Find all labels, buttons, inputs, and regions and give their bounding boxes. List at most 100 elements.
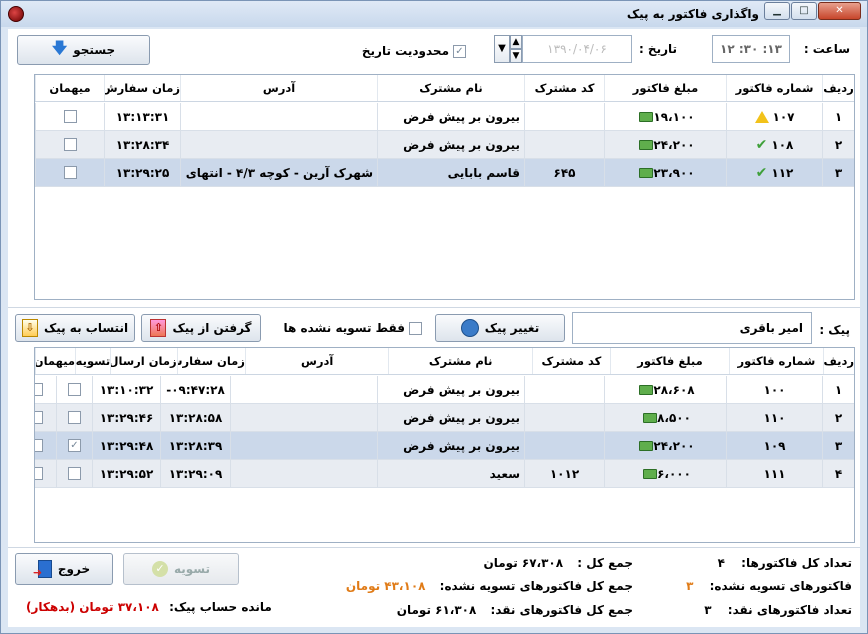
invoice-number: ۱۱۲: [771, 165, 794, 180]
table-row[interactable]: ۳ ۱۱۲ ✔ ۲۳،۹۰۰ ۶۴۵ قاسم بابایی شهرک آرین - کوچ…: [35, 159, 854, 187]
guest-checkbox[interactable]: [35, 467, 43, 480]
table-row[interactable]: ۲ ۱۰۸ ✔ ۲۴،۲۰۰ بیرون بر پیش فرض ۱۳:۲۸:۳۴: [35, 131, 854, 159]
table-row[interactable]: ۲ ۱۱۰ ۸،۵۰۰ بیرون بر پیش فرض ۱۳:۲۸:۵۸ ۱۳:۲۹:۴…: [35, 404, 854, 432]
change-courier-button[interactable]: تغییر پیک: [435, 314, 565, 342]
cell-amount: ۶،۰۰۰: [604, 460, 726, 487]
maximize-icon[interactable]: □: [791, 2, 817, 20]
cell-guest: [35, 432, 56, 459]
minimize-icon[interactable]: ▁: [764, 2, 790, 20]
cell-address: [230, 460, 377, 487]
check-icon: ✔: [755, 136, 768, 153]
col-invoice-number[interactable]: شماره فاکتور: [729, 348, 823, 374]
courier-field[interactable]: امیر باقری: [572, 312, 812, 344]
date-spin-up-icon[interactable]: ▲: [510, 35, 522, 49]
guest-checkbox[interactable]: [63, 110, 77, 123]
col-row[interactable]: ردیف: [822, 75, 854, 101]
cell-amount: ۲۳،۹۰۰: [604, 159, 726, 186]
total-count-row: تعداد کل فاکتورها: ۴: [718, 556, 852, 570]
close-icon[interactable]: ✕: [818, 2, 861, 20]
cell-guest: [35, 404, 56, 431]
col-customer-name[interactable]: نام مشترک: [388, 348, 531, 374]
col-address[interactable]: آدرس: [180, 75, 377, 101]
cash-sum-value: ۶۱،۳۰۸ تومان: [396, 603, 477, 617]
col-customer-code[interactable]: کد مشترک: [531, 348, 610, 374]
settle-button[interactable]: تسویه ✓: [123, 553, 239, 585]
cell-invoice: ۱۱۱: [726, 460, 822, 487]
cell-customer-code: ۱۰۱۲: [524, 460, 604, 487]
col-guest[interactable]: میهمان: [35, 75, 104, 101]
only-unsettled-checkbox[interactable]: فقط تسویه نشده ها: [284, 321, 422, 335]
cell-customer-code: [524, 404, 604, 431]
cell-settled: [56, 404, 92, 431]
app-icon: [8, 6, 24, 22]
guest-checkbox[interactable]: [35, 411, 43, 424]
cell-guest: [35, 460, 56, 487]
cash-icon: [643, 412, 658, 423]
cell-amount: ۲۴،۲۰۰: [604, 432, 726, 459]
amount-value: ۲۳،۹۰۰: [653, 165, 695, 180]
cell-invoice: ۱۰۸ ✔: [726, 131, 822, 158]
col-invoice-amount[interactable]: مبلغ فاکتور: [609, 348, 729, 374]
date-dropdown-icon[interactable]: ▼: [494, 35, 510, 63]
date-field[interactable]: ۱۳۹۰/۰۴/۰۶: [522, 35, 632, 63]
cell-order-time: ۱۳:۲۸:۳۴: [104, 131, 180, 158]
amount-value: ۸،۵۰۰: [657, 410, 691, 425]
date-limit-check-icon[interactable]: ✓: [453, 44, 466, 58]
col-customer-code[interactable]: کد مشترک: [524, 75, 604, 101]
search-button[interactable]: جستجو 🡇: [17, 35, 150, 65]
cell-guest: [35, 131, 104, 158]
amount-value: ۶،۰۰۰: [657, 466, 691, 481]
cell-guest: [35, 103, 104, 130]
guest-checkbox[interactable]: [35, 383, 43, 396]
cell-address: [230, 404, 377, 431]
only-unsettled-check-icon[interactable]: [409, 321, 422, 335]
date-spin-down-icon[interactable]: ▼: [510, 49, 522, 63]
date-limit-checkbox[interactable]: ✓ محدودیت تاریخ: [362, 44, 466, 58]
cell-order-time: ۱۳:۲۹:۰۹: [160, 460, 230, 487]
cell-address: [230, 376, 377, 403]
assign-to-courier-button[interactable]: انتساب به پیک ⇩: [15, 314, 135, 342]
settled-checkbox[interactable]: [68, 411, 81, 424]
cell-order-time: ۰۹:۴۷:۲۸-: [160, 376, 230, 403]
table-row[interactable]: ۱ ۱۰۷ ۱۹،۱۰۰ بیرون بر پیش فرض ۱۳:۱۳:۳۱: [35, 103, 854, 131]
col-invoice-amount[interactable]: مبلغ فاکتور: [604, 75, 726, 101]
table-row[interactable]: ۱ ۱۰۰ ۲۸،۶۰۸ بیرون بر پیش فرض ۰۹:۴۷:۲۸- ۱۳:۱۰…: [35, 376, 854, 404]
grid2-header: ردیف شماره فاکتور مبلغ فاکتور کد مشترک ن…: [35, 348, 854, 375]
col-order-time[interactable]: زمان سفارش: [176, 348, 245, 374]
col-settled[interactable]: تسویه: [75, 348, 110, 374]
col-customer-name[interactable]: نام مشترک: [377, 75, 524, 101]
table-row[interactable]: ۴ ۱۱۱ ۶،۰۰۰ ۱۰۱۲ سعید ۱۳:۲۹:۰۹ ۱۳:۲۹:۵۲: [35, 460, 854, 488]
cell-customer-name: بیرون بر پیش فرض: [377, 432, 524, 459]
col-invoice-number[interactable]: شماره فاکتور: [726, 75, 822, 101]
search-button-label: جستجو: [73, 43, 116, 57]
cell-order-time: ۱۳:۲۹:۲۵: [104, 159, 180, 186]
main-window: واگذاری فاکتور به پیک ▁ □ ✕ ساعت : ۱۲ :۳…: [0, 0, 868, 634]
cell-amount: ۱۹،۱۰۰: [604, 103, 726, 130]
cell-order-time: ۱۳:۱۳:۳۱: [104, 103, 180, 130]
col-row[interactable]: ردیف: [822, 348, 854, 374]
cell-address: [180, 131, 377, 158]
sum-label: جمع کل :: [577, 556, 633, 570]
guest-checkbox[interactable]: [63, 138, 77, 151]
col-address[interactable]: آدرس: [244, 348, 388, 374]
settled-checkbox[interactable]: [68, 383, 81, 396]
cell-row: ۳: [822, 432, 854, 459]
cell-send-time: ۱۳:۲۹:۴۶: [92, 404, 160, 431]
col-guest[interactable]: میهمان: [35, 348, 75, 374]
take-from-courier-button[interactable]: گرفتن از پیک ⇧: [141, 314, 261, 342]
cell-order-time: ۱۳:۲۸:۳۹: [160, 432, 230, 459]
unsettled-count-label: فاکتورهای تسویه نشده:: [709, 579, 852, 593]
check-icon: ✓: [151, 561, 168, 577]
col-send-time[interactable]: زمان ارسال: [110, 348, 177, 374]
cash-icon: [639, 440, 654, 451]
settled-checkbox[interactable]: [68, 467, 81, 480]
unsettled-sum-value: ۴۳،۱۰۸ تومان: [345, 579, 426, 593]
guest-checkbox[interactable]: [63, 166, 77, 179]
cell-send-time: ۱۳:۱۰:۳۲: [92, 376, 160, 403]
col-order-time[interactable]: زمان سفارش: [104, 75, 180, 101]
exit-button[interactable]: خروج ➜: [15, 553, 113, 585]
cell-customer-code: [524, 103, 604, 130]
table-row[interactable]: ۳ ۱۰۹ ۲۴،۲۰۰ بیرون بر پیش فرض ۱۳:۲۸:۳۹ ۱۳:۲۹:…: [35, 432, 854, 460]
settled-checkbox[interactable]: ✓: [68, 439, 81, 452]
guest-checkbox[interactable]: [35, 439, 43, 452]
